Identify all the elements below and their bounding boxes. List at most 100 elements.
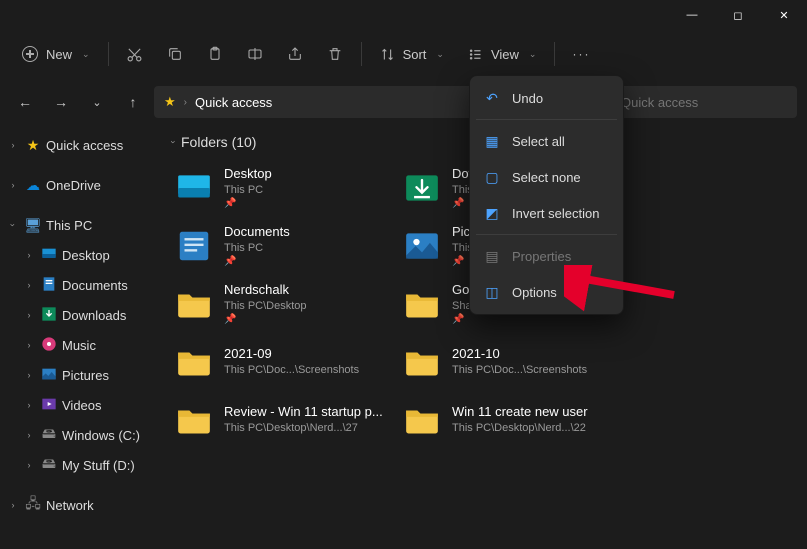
sidebar-item-label: Videos: [62, 398, 102, 413]
plus-icon: [22, 46, 38, 62]
menu-item-options[interactable]: ◫Options: [474, 274, 619, 310]
menu-item-label: Select none: [512, 170, 581, 185]
drive-icon: 🖴: [40, 453, 58, 477]
delete-button[interactable]: [317, 36, 353, 72]
menu-separator: [476, 119, 617, 120]
sidebar-item-onedrive[interactable]: ›☁OneDrive: [0, 170, 160, 200]
chevron-down-icon: ⌄: [529, 49, 537, 60]
sidebar-item-label: Pictures: [62, 368, 109, 383]
folder-name: 2021-09: [224, 346, 359, 363]
folder-path: This PC\Desktop\Nerd...\22: [452, 421, 588, 435]
folder-item[interactable]: 2021-10 This PC\Doc...\Screenshots: [398, 334, 626, 390]
chevron-down-icon: ⌄: [436, 49, 444, 60]
sort-button[interactable]: Sort ⌄: [370, 36, 454, 72]
forward-button[interactable]: →: [46, 87, 76, 117]
chevron-right-icon: ›: [6, 180, 20, 190]
divider: [361, 42, 362, 66]
chevron-right-icon: ›: [22, 400, 36, 410]
folder-name: 2021-10: [452, 346, 587, 363]
folder-item[interactable]: Desktop This PC 📌: [170, 160, 398, 216]
search-field[interactable]: [621, 95, 787, 110]
chevron-right-icon: ›: [6, 500, 20, 510]
folder-icon: [174, 342, 214, 382]
sidebar-item-drive-c[interactable]: ›🖴Windows (C:): [0, 420, 160, 450]
pc-icon: 🖥: [24, 217, 42, 234]
properties-icon: ▤: [484, 248, 500, 265]
new-label: New: [46, 47, 72, 62]
cut-button[interactable]: [117, 36, 153, 72]
folder-item[interactable]: Review - Win 11 startup p... This PC\Des…: [170, 392, 398, 448]
folder-text: Documents This PC 📌: [224, 224, 290, 268]
rename-button[interactable]: [237, 36, 273, 72]
minimize-button[interactable]: —: [669, 0, 715, 30]
menu-item-undo[interactable]: ↶Undo: [474, 80, 619, 116]
folder-item[interactable]: Win 11 create new user This PC\Desktop\N…: [398, 392, 626, 448]
sidebar-item-videos[interactable]: › Videos: [0, 390, 160, 420]
folder-text: 2021-09 This PC\Doc...\Screenshots: [224, 346, 359, 377]
folder-icon: [402, 400, 442, 440]
menu-item-invert-selection[interactable]: ◩Invert selection: [474, 195, 619, 231]
up-button[interactable]: ↑: [118, 87, 148, 117]
maximize-button[interactable]: ◻: [715, 0, 761, 30]
sidebar-item-network[interactable]: ›🖧Network: [0, 490, 160, 520]
star-icon: ★: [164, 94, 176, 110]
view-button[interactable]: View ⌄: [458, 36, 547, 72]
menu-item-label: Undo: [512, 91, 543, 106]
folder-path: This PC\Doc...\Screenshots: [452, 363, 587, 377]
sidebar-item-pictures[interactable]: ›Pictures: [0, 360, 160, 390]
paste-button[interactable]: [197, 36, 233, 72]
view-icon: [468, 47, 483, 62]
sidebar-item-music[interactable]: ›Music: [0, 330, 160, 360]
folder-text: Desktop This PC 📌: [224, 166, 272, 210]
folder-icon: [402, 342, 442, 382]
folder-text: Win 11 create new user This PC\Desktop\N…: [452, 404, 588, 435]
toolbar: New ⌄ Sort ⌄ View ⌄ ···: [0, 30, 807, 78]
address-location: Quick access: [195, 95, 272, 110]
folder-item[interactable]: Documents This PC 📌: [170, 218, 398, 274]
sidebar-item-label: Documents: [62, 278, 128, 293]
menu-item-select-none[interactable]: ▢Select none: [474, 159, 619, 195]
menu-item-select-all[interactable]: ▦Select all: [474, 123, 619, 159]
sidebar-item-quick-access[interactable]: ›★Quick access: [0, 130, 160, 160]
folder-item[interactable]: Nerdschalk This PC\Desktop 📌: [170, 276, 398, 332]
sort-icon: [380, 47, 395, 62]
desktop-icon: [40, 246, 58, 265]
copy-button[interactable]: [157, 36, 193, 72]
sidebar-item-this-pc[interactable]: ›🖥This PC: [0, 210, 160, 240]
new-button[interactable]: New ⌄: [12, 36, 100, 72]
star-icon: ★: [24, 137, 42, 154]
desktop-icon: [174, 168, 214, 208]
close-button[interactable]: ✕: [761, 0, 807, 30]
sidebar-item-desktop[interactable]: ›Desktop: [0, 240, 160, 270]
folder-path: This PC\Desktop\Nerd...\27: [224, 421, 383, 435]
folder-item[interactable]: 2021-09 This PC\Doc...\Screenshots: [170, 334, 398, 390]
more-button[interactable]: ···: [563, 36, 599, 72]
options-icon: ◫: [484, 284, 500, 301]
documents-icon: [174, 226, 214, 266]
share-button[interactable]: [277, 36, 313, 72]
titlebar: — ◻ ✕: [0, 0, 807, 30]
sidebar-item-downloads[interactable]: ›Downloads: [0, 300, 160, 330]
folder-name: Documents: [224, 224, 290, 241]
more-icon: ···: [572, 47, 590, 61]
chevron-right-icon: ›: [22, 460, 36, 470]
menu-item-label: Properties: [512, 249, 571, 264]
chevron-down-icon: ⌄: [82, 49, 90, 60]
folder-text: Review - Win 11 startup p... This PC\Des…: [224, 404, 383, 435]
sidebar-item-label: Quick access: [46, 138, 123, 153]
back-button[interactable]: ←: [10, 87, 40, 117]
search-input[interactable]: [611, 86, 797, 118]
folder-icon: [174, 400, 214, 440]
divider: [554, 42, 555, 66]
pin-icon: 📌: [224, 197, 272, 210]
drive-icon: 🖴: [40, 423, 58, 447]
network-icon: 🖧: [24, 493, 42, 517]
sidebar-item-documents[interactable]: ›Documents: [0, 270, 160, 300]
recent-button[interactable]: ⌄: [82, 87, 112, 117]
sidebar-item-label: Desktop: [62, 248, 110, 263]
sidebar-item-label: OneDrive: [46, 178, 101, 193]
menu-separator: [476, 234, 617, 235]
sidebar: ›★Quick access ›☁OneDrive ›🖥This PC ›Des…: [0, 122, 160, 549]
sidebar-item-drive-d[interactable]: ›🖴My Stuff (D:): [0, 450, 160, 480]
menu-item-label: Select all: [512, 134, 565, 149]
